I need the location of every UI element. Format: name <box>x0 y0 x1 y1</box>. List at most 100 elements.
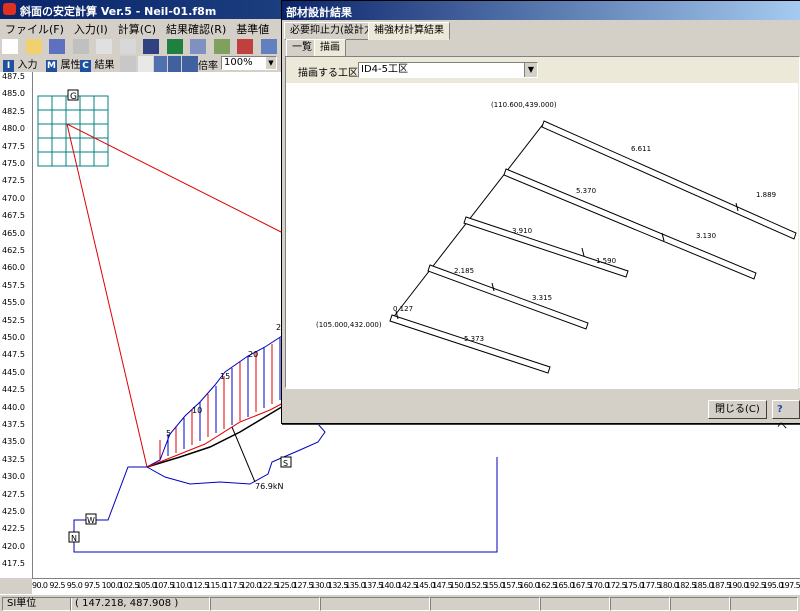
bar-5 <box>389 314 551 374</box>
marker-n: N <box>71 534 77 543</box>
menu-item[interactable]: ファイル(F) <box>0 19 69 39</box>
bar-ticks <box>395 202 739 320</box>
y-tick-label: 470.0 <box>2 193 25 203</box>
y-tick-label: 472.5 <box>2 176 25 186</box>
y-tick-label: 435.0 <box>2 437 25 447</box>
result-mode-label: 結果 <box>94 60 115 71</box>
member-label-4: 3.130 <box>696 232 716 240</box>
y-tick-label: 430.0 <box>2 472 25 482</box>
x-scale: 90.0 92.5 95.0 97.5 100.0 102.5 105.0 107.5 110.… <box>32 578 800 595</box>
menu-item[interactable]: 結果確認(R) <box>161 19 231 39</box>
y-tick-label: 427.5 <box>2 489 25 499</box>
bar-2 <box>503 168 757 280</box>
grid-marker: G <box>70 92 77 102</box>
dialog-title: 部材設計結果 <box>286 6 352 19</box>
attribute-mode-label: 属性 <box>60 60 81 71</box>
y-tick-label: 475.0 <box>2 159 25 168</box>
dialog-title-bar[interactable]: 部材設計結果 <box>282 1 800 20</box>
attribute-mode-button[interactable]: M 属性 <box>46 56 81 72</box>
force-label: 76.9kN <box>255 482 283 491</box>
zoom-minus-icon[interactable] <box>181 55 199 73</box>
zoom-select[interactable]: 100% ▼ <box>221 56 277 70</box>
member-label-10: 5.373 <box>464 335 484 343</box>
x-tick-label: 90.0 <box>32 581 48 590</box>
status-panel-9 <box>730 597 798 611</box>
help-icon: ? <box>777 404 783 415</box>
y-tick-label: 442.5 <box>2 385 25 395</box>
input-mode-button[interactable]: I 入力 <box>3 56 38 72</box>
bar-3 <box>463 216 629 278</box>
key-c-icon: C <box>80 60 91 72</box>
member-label-5: 3.910 <box>512 227 532 235</box>
menu-item[interactable]: 基準値 <box>231 19 274 39</box>
y-tick-label: 437.5 <box>2 420 25 429</box>
reinforcement-drawing: (110.600,439.000) (105.000,432.000) 6.61… <box>286 83 798 389</box>
status-panel-7 <box>610 597 670 611</box>
marker-w: W <box>87 516 95 525</box>
x-tick-label: 92.5 <box>49 581 65 590</box>
toolbar-view: I 入力 M 属性 C 結果 倍率 100% ▼ <box>0 54 290 73</box>
y-tick-label: 462.5 <box>2 246 25 255</box>
slice-label-10: 10 <box>192 406 202 415</box>
x-tick-label: 95.0 <box>66 581 83 590</box>
zoom-label: 倍率 <box>198 61 218 72</box>
y-tick-label: 477.5 <box>2 141 25 151</box>
close-button-label: 閉じる(C) <box>715 404 760 415</box>
menu-item[interactable]: 計算(C) <box>113 19 161 39</box>
zone-value: ID4-5工区 <box>361 64 408 75</box>
y-tick-label: 422.5 <box>2 524 25 534</box>
result-mode-button[interactable]: C 結果 <box>80 56 115 72</box>
slice-label-20: 20 <box>248 350 258 359</box>
y-tick-label: 485.0 <box>2 89 25 99</box>
y-tick-label: 455.0 <box>2 298 25 308</box>
coord-bottom: (105.000,432.000) <box>316 321 382 329</box>
status-panel-3 <box>210 597 320 611</box>
close-button[interactable]: 閉じる(C) <box>708 400 767 419</box>
status-unit: SI単位 <box>2 597 72 611</box>
chevron-down-icon: ▼ <box>266 57 276 69</box>
y-tick-label: 452.5 <box>2 315 25 325</box>
y-tick-label: 482.5 <box>2 106 25 116</box>
member-label-7: 2.185 <box>454 267 474 275</box>
y-tick-label: 445.0 <box>2 367 25 377</box>
y-scale: 487.5 485.0 482.5 480.0 477.5 475.0 472.5 470.0… <box>0 72 33 578</box>
status-panel-5 <box>430 597 540 611</box>
tab-drawing[interactable]: 描画 <box>314 39 346 57</box>
y-tick-label: 450.0 <box>2 333 25 342</box>
app-icon <box>3 3 16 15</box>
key-m-icon: M <box>46 60 57 72</box>
status-panel-8 <box>670 597 730 611</box>
member-label-1: 6.611 <box>631 145 651 153</box>
y-tick-label: 487.5 <box>2 72 25 81</box>
y-tick-label: 457.5 <box>2 280 25 290</box>
tab-reinforcement-result[interactable]: 補強材計算結果 <box>368 22 450 40</box>
help-button[interactable]: ? ヘ <box>772 400 800 432</box>
key-i-icon: I <box>3 60 14 72</box>
zone-select[interactable]: ID4-5工区 ▼ <box>358 62 538 78</box>
member-label-2: 1.889 <box>756 191 776 199</box>
marker-s: S <box>283 459 288 468</box>
help-button-label: ヘ <box>777 421 787 432</box>
y-tick-label: 425.0 <box>2 507 25 516</box>
member-label-3: 5.370 <box>576 187 596 195</box>
app-title: 斜面の安定計算 Ver.5 - Neil-01.f8m <box>20 5 217 18</box>
slip-line-b <box>66 123 286 235</box>
member-label-6: 1.590 <box>596 257 616 265</box>
search-grid <box>37 95 109 167</box>
menu-item[interactable]: 入力(I) <box>69 19 113 39</box>
reinforcement-svg: (110.600,439.000) (105.000,432.000) 6.61… <box>316 101 797 374</box>
model-boundary <box>73 457 498 553</box>
bar-1 <box>541 120 797 240</box>
status-panel-6 <box>540 597 610 611</box>
x-tick-label: 197.5 <box>780 581 800 590</box>
force-line <box>231 426 256 483</box>
member-label-8: 3.315 <box>532 294 552 302</box>
y-tick-label: 480.0 <box>2 124 25 134</box>
input-mode-label: 入力 <box>17 60 38 71</box>
member-design-dialog: 部材設計結果 必要抑止力(設計力) 補強材計算結果 一覧 描画 描画する工区 I… <box>281 0 800 432</box>
layer-boundary <box>146 423 326 485</box>
select-tool-icon[interactable] <box>119 55 137 73</box>
zone-label: 描画する工区 <box>298 68 358 79</box>
slice-label-5: 5 <box>166 429 171 438</box>
menu-bar: ファイル(F)入力(I)計算(C)結果確認(R)基準値オプション(O)ヘル <box>0 19 290 56</box>
